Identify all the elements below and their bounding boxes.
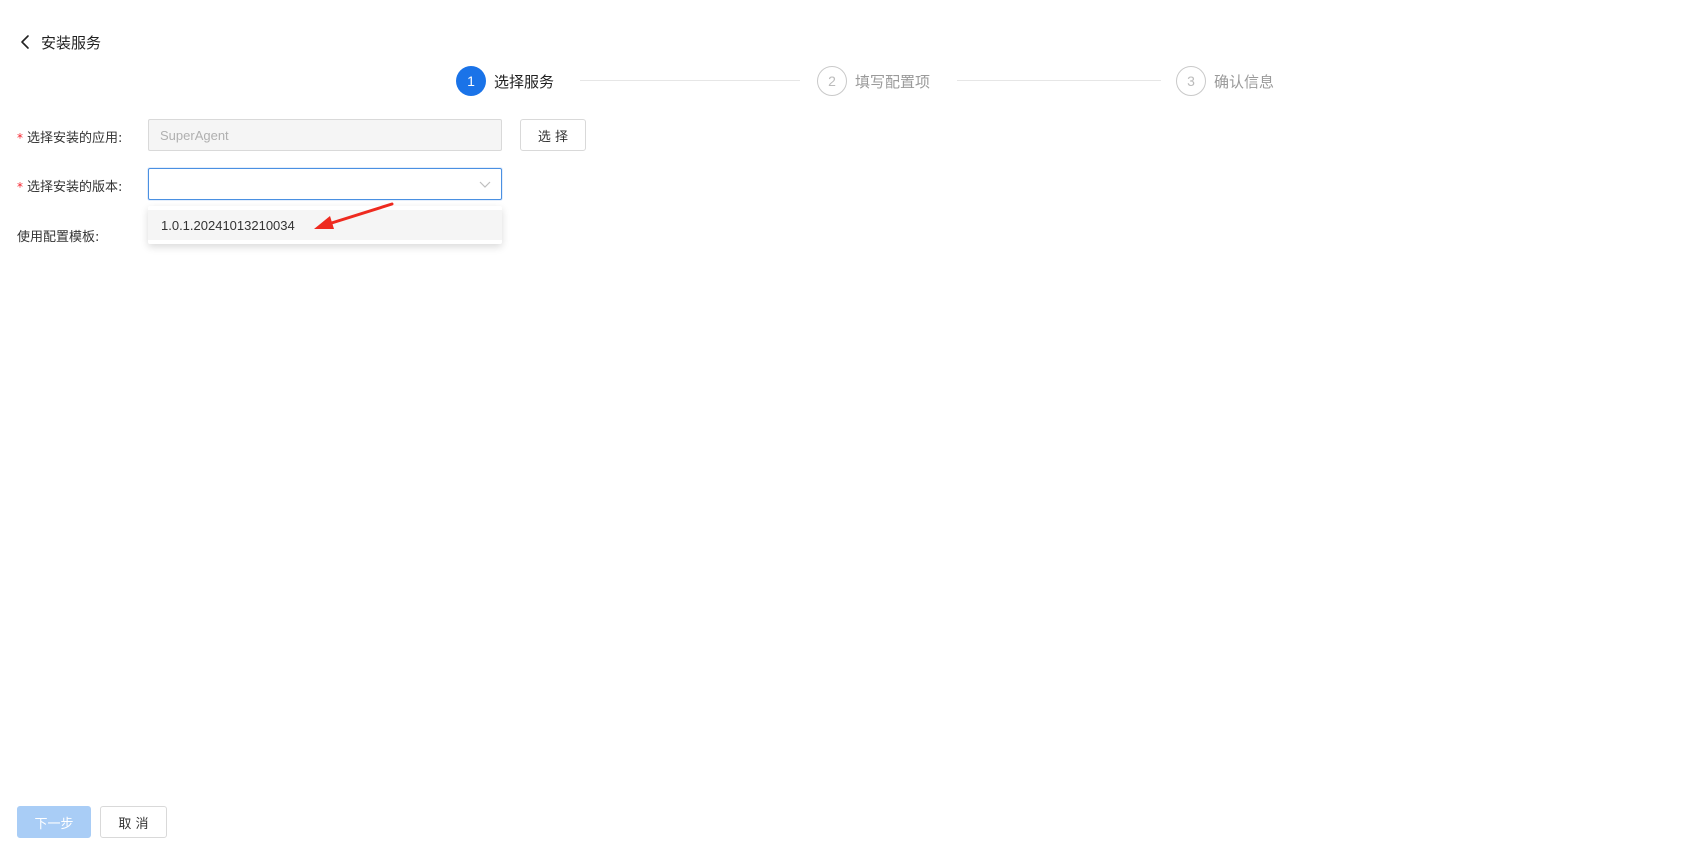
step-2: 2 填写配置项 — [817, 66, 930, 96]
step-2-number: 2 — [817, 66, 847, 96]
step-connector — [957, 80, 1161, 81]
version-label-text: 选择安装的版本: — [27, 180, 123, 195]
app-label-text: 选择安装的应用: — [27, 131, 123, 146]
step-3: 3 确认信息 — [1176, 66, 1274, 96]
app-label: * 选择安装的应用: — [17, 127, 147, 146]
step-connector — [580, 80, 800, 81]
step-2-label: 填写配置项 — [855, 72, 931, 91]
step-1: 1 选择服务 — [456, 66, 554, 96]
chevron-down-icon — [479, 181, 491, 188]
page-title: 安装服务 — [41, 33, 102, 52]
required-mark: * — [17, 180, 23, 194]
annotation-arrow-icon — [314, 202, 394, 229]
step-3-label: 确认信息 — [1214, 72, 1275, 91]
back-link[interactable]: 安装服务 — [17, 30, 101, 54]
next-button[interactable]: 下一步 — [17, 806, 91, 838]
chevron-left-icon — [21, 35, 29, 49]
step-1-label: 选择服务 — [494, 72, 555, 91]
select-app-button[interactable]: 选 择 — [520, 119, 586, 151]
template-label: 使用配置模板: — [17, 230, 100, 245]
step-1-number: 1 — [456, 66, 486, 96]
steps-indicator: 1 选择服务 2 填写配置项 3 确认信息 — [0, 66, 1684, 96]
cancel-button[interactable]: 取 消 — [100, 806, 167, 838]
version-label: * 选择安装的版本: — [17, 176, 147, 195]
required-mark: * — [17, 131, 23, 145]
template-row: 使用配置模板: — [17, 226, 147, 245]
install-service-page: 安装服务 1 选择服务 2 填写配置项 3 确认信息 * 选择安装的应用: Sup… — [0, 0, 1684, 846]
version-row: * 选择安装的版本: — [17, 176, 147, 195]
step-3-number: 3 — [1176, 66, 1206, 96]
app-row: * 选择安装的应用: — [17, 127, 147, 146]
app-input: SuperAgent — [148, 119, 502, 151]
